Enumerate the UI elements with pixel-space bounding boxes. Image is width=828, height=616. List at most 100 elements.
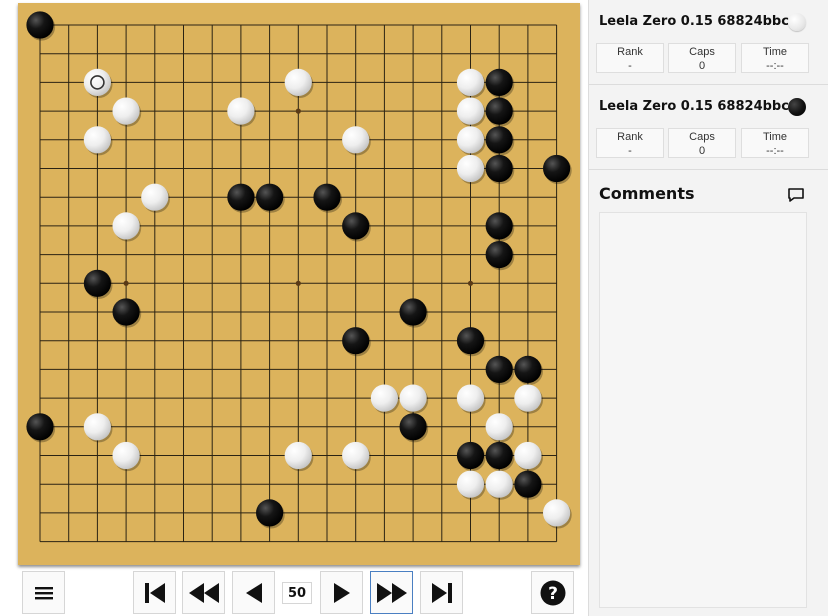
time-stat: Time --:-- — [741, 43, 809, 73]
rank-label: Rank — [617, 131, 643, 143]
black-stone — [256, 499, 284, 527]
last-move-button[interactable] — [420, 571, 463, 614]
white-stone — [112, 97, 140, 125]
player-name: Leela Zero 0.15 68824bbc — [599, 99, 789, 114]
forward-button[interactable] — [320, 571, 363, 614]
white-stone — [456, 68, 485, 96]
black-stone — [514, 355, 542, 383]
white-stone — [456, 154, 485, 183]
rank-stat: Rank - — [596, 43, 664, 73]
svg-text:?: ? — [548, 584, 558, 604]
white-stone — [83, 413, 111, 441]
white-stone — [141, 183, 169, 211]
black-stone — [543, 154, 571, 183]
time-value: --:-- — [766, 145, 784, 157]
white-stone — [514, 384, 542, 412]
black-stone — [456, 327, 485, 355]
black-stone — [485, 355, 513, 383]
rank-label: Rank — [617, 46, 643, 58]
help-icon: ? — [540, 580, 565, 605]
white-stone — [112, 441, 140, 470]
comments-title: Comments — [599, 184, 695, 203]
white-stone — [543, 499, 571, 527]
black-stone — [456, 441, 485, 470]
rank-value: - — [628, 60, 632, 72]
go-board[interactable] — [18, 3, 580, 565]
time-label: Time — [762, 131, 788, 143]
skip-to-first-icon — [144, 582, 165, 603]
black-stone — [485, 97, 513, 125]
forward-many-button[interactable] — [370, 571, 413, 614]
star-point — [467, 280, 474, 286]
black-stone — [485, 241, 513, 269]
caps-label: Caps — [689, 131, 715, 143]
white-stone-icon — [788, 13, 806, 31]
white-stone — [399, 384, 427, 412]
board-grid[interactable] — [18, 3, 580, 565]
time-stat: Time --:-- — [741, 128, 809, 158]
player-black-panel: Leela Zero 0.15 68824bbc Rank - Caps 0 T… — [589, 85, 828, 170]
black-stone — [485, 68, 513, 96]
help-button[interactable]: ? — [531, 571, 574, 614]
white-stone — [456, 470, 485, 498]
comments-area[interactable] — [599, 212, 807, 608]
black-stone — [485, 126, 513, 154]
player-white-panel: Leela Zero 0.15 68824bbc Rank - Caps 0 T… — [589, 0, 828, 85]
black-stone — [485, 212, 513, 240]
fast-forward-icon — [376, 582, 407, 603]
rank-stat: Rank - — [596, 128, 664, 158]
step-forward-icon — [333, 582, 350, 603]
star-point — [295, 108, 301, 114]
rewind-icon — [188, 582, 219, 603]
black-stone — [485, 441, 513, 470]
black-stone — [26, 11, 54, 39]
white-stone — [485, 413, 513, 441]
first-move-button[interactable] — [133, 571, 176, 614]
black-stone — [399, 298, 427, 326]
time-label: Time — [762, 46, 788, 58]
black-stone — [313, 183, 341, 211]
black-stone — [227, 183, 255, 211]
white-stone — [83, 126, 111, 154]
white-stone — [112, 212, 140, 240]
caps-value: 0 — [698, 145, 706, 157]
white-stone — [227, 97, 255, 125]
skip-to-last-icon — [431, 582, 452, 603]
white-stone — [342, 441, 370, 470]
back-many-button[interactable] — [182, 571, 225, 614]
white-stone — [370, 384, 398, 412]
rank-value: - — [628, 145, 632, 157]
black-stone — [26, 413, 54, 441]
caps-stat: Caps 0 — [668, 128, 736, 158]
black-stone — [256, 183, 284, 211]
white-stone — [284, 68, 312, 96]
side-panel: Leela Zero 0.15 68824bbc Rank - Caps 0 T… — [588, 0, 828, 616]
black-stone — [399, 413, 427, 441]
black-stone — [514, 470, 542, 498]
step-back-icon — [245, 582, 262, 603]
black-stone — [112, 298, 140, 326]
white-stone — [83, 68, 111, 96]
white-stone — [284, 441, 312, 470]
white-stone — [485, 470, 513, 498]
black-stone — [485, 154, 513, 183]
white-stone — [456, 384, 485, 412]
white-stone — [456, 97, 485, 125]
caps-label: Caps — [689, 46, 715, 58]
comment-icon[interactable] — [787, 187, 805, 203]
back-button[interactable] — [232, 571, 275, 614]
black-stone — [342, 327, 370, 355]
black-stone — [342, 212, 370, 240]
player-name: Leela Zero 0.15 68824bbc — [599, 14, 789, 29]
time-value: --:-- — [766, 60, 784, 72]
white-stone — [456, 126, 485, 154]
star-point — [123, 280, 129, 286]
star-point — [295, 280, 301, 286]
move-number[interactable]: 50 — [282, 582, 312, 604]
hamburger-icon — [34, 586, 53, 599]
white-stone — [514, 441, 542, 470]
caps-stat: Caps 0 — [668, 43, 736, 73]
white-stone — [342, 126, 370, 154]
caps-value: 0 — [698, 60, 706, 72]
menu-button[interactable] — [22, 571, 65, 614]
